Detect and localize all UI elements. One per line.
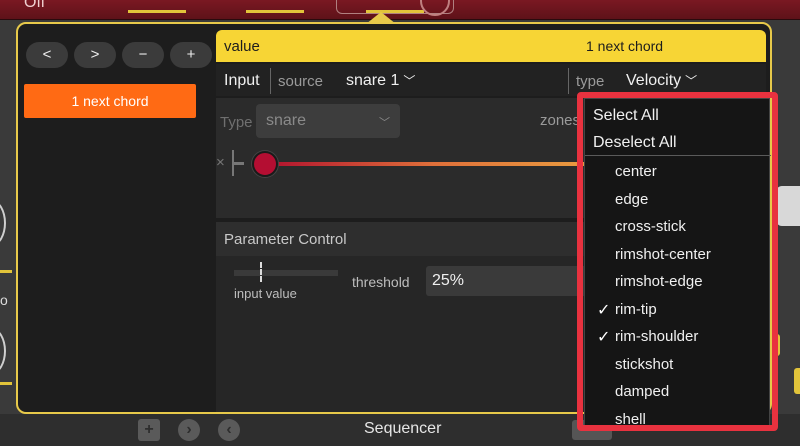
velocity-slider-track[interactable]	[264, 162, 604, 166]
zone-item-shell[interactable]: shell	[615, 411, 646, 428]
zone-item-rim-tip[interactable]: rim-tip	[615, 301, 657, 318]
header-item: 1 next chord	[586, 38, 664, 54]
power-label[interactable]: Off	[24, 0, 45, 12]
left-fragment-label: o	[0, 292, 8, 308]
add-step-button[interactable]: +	[138, 419, 160, 441]
divider	[568, 68, 569, 94]
drum-type-value: snare	[266, 112, 307, 129]
next-button[interactable]: ›	[178, 419, 200, 441]
chevron-down-icon: ﹀	[403, 74, 416, 88]
source-value: snare 1	[346, 72, 400, 89]
left-level-bar	[0, 270, 12, 273]
drum-type-label: Type	[220, 114, 253, 131]
threshold-input[interactable]: 25%	[426, 266, 606, 296]
next-item-button[interactable]: >	[74, 42, 116, 68]
input-value-label: input value	[234, 286, 297, 301]
zone-item-damped[interactable]: damped	[615, 383, 669, 400]
top-strip: Off	[0, 0, 800, 20]
type-select[interactable]: Velocity ﹀	[626, 72, 697, 90]
zone-item-stickshot[interactable]: stickshot	[615, 356, 673, 373]
checkmark-icon: ✓	[597, 301, 611, 319]
parameter-control-title: Parameter Control	[224, 231, 347, 248]
type-label: type	[576, 73, 605, 90]
divider	[270, 68, 271, 94]
chevron-down-icon: ﹀	[379, 117, 390, 129]
prev-button[interactable]: ‹	[218, 419, 240, 441]
header-title: value	[224, 38, 260, 55]
select-all-item[interactable]: Select All	[593, 107, 659, 125]
right-side-tab[interactable]	[776, 186, 800, 226]
prev-item-button[interactable]: <	[26, 42, 68, 68]
type-value: Velocity	[626, 72, 682, 89]
value-header: value 1 next chord	[216, 30, 766, 62]
deselect-all-item[interactable]: Deselect All	[593, 134, 677, 152]
left-knob-icon[interactable]	[0, 200, 6, 246]
left-level-bar	[0, 382, 12, 385]
input-value-meter	[234, 270, 338, 276]
source-select[interactable]: snare 1 ﹀	[346, 72, 415, 90]
add-item-button[interactable]: +	[170, 42, 212, 68]
zone-item-rimshot-center[interactable]: rimshot-center	[615, 246, 711, 263]
right-indicator	[794, 368, 800, 394]
menu-divider	[585, 155, 771, 156]
threshold-value: 25%	[432, 272, 465, 289]
sequencer-title: Sequencer	[364, 420, 442, 437]
threshold-label: threshold	[352, 274, 410, 290]
input-label: Input	[224, 72, 260, 89]
zone-item-rim-shoulder[interactable]: rim-shoulder	[615, 328, 698, 345]
zones-dropdown-menu: Select All Deselect All center edge cross-…	[584, 98, 771, 428]
source-label: source	[278, 73, 324, 90]
remove-item-button[interactable]: −	[122, 42, 164, 68]
zone-item-rimshot-edge[interactable]: rimshot-edge	[615, 273, 703, 290]
velocity-slider-thumb[interactable]	[252, 151, 278, 177]
input-row: Input source snare 1 ﹀ type Velocity ﹀	[216, 64, 766, 96]
top-meter-bar	[128, 10, 186, 13]
checkmark-icon: ✓	[597, 329, 611, 346]
list-item-selected[interactable]: 1 next chord	[24, 84, 196, 118]
zone-item-cross-stick[interactable]: cross-stick	[615, 218, 686, 235]
left-knob-icon[interactable]	[0, 328, 6, 374]
input-value-marker	[260, 262, 262, 282]
chevron-down-icon: ﹀	[685, 74, 698, 88]
zone-item-center[interactable]: center	[615, 163, 657, 180]
zone-item-edge[interactable]: edge	[615, 191, 648, 208]
zones-label: zones	[540, 112, 581, 129]
close-icon[interactable]: ×	[216, 154, 225, 171]
top-meter-bar	[246, 10, 304, 13]
drum-type-select[interactable]: snare ﹀	[256, 104, 400, 138]
slider-reset-icon[interactable]	[232, 150, 244, 176]
